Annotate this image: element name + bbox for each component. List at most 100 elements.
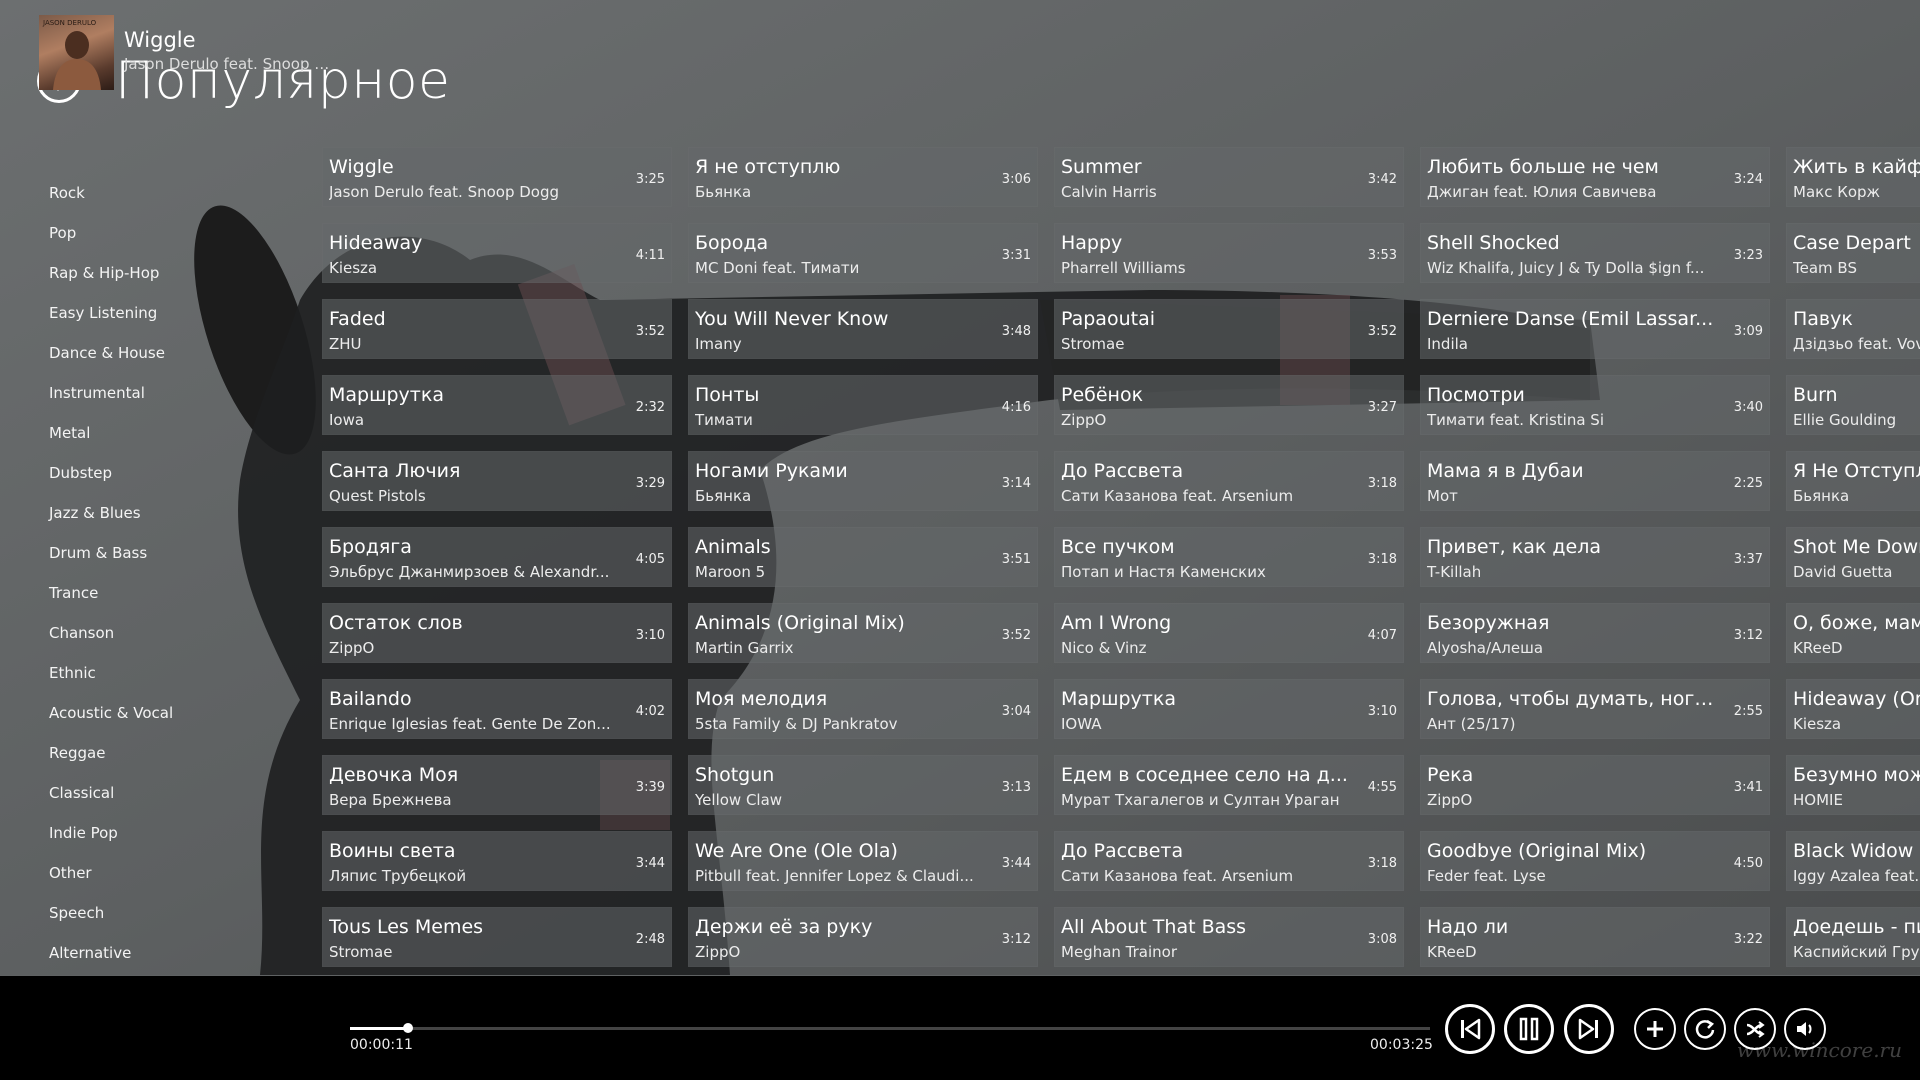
track-tile[interactable]: Burn Ellie Goulding [1786,375,1920,435]
genre-item[interactable]: Jazz & Blues [49,500,173,540]
track-title: Бродяга [329,536,412,558]
track-tile[interactable]: Tous Les Memes Stromae 2:48 [322,907,672,967]
repeat-button[interactable] [1684,1008,1726,1050]
track-tile[interactable]: Борода MC Doni feat. Тимати 3:31 [688,223,1038,283]
track-tile[interactable]: Animals (Original Mix) Martin Garrix 3:52 [688,603,1038,663]
track-artist: Wiz Khalifa, Juicy J & Ty Dolla $ign f..… [1427,259,1705,277]
track-title: Моя мелодия [695,688,828,710]
track-tile[interactable]: Доедешь - пиши Каспийский Груз [1786,907,1920,967]
track-tile[interactable]: Shot Me Down David Guetta [1786,527,1920,587]
track-tile[interactable]: Faded ZHU 3:52 [322,299,672,359]
track-tile[interactable]: Река ZippO 3:41 [1420,755,1770,815]
track-tile[interactable]: Безоружная Alyosha/Алеша 3:12 [1420,603,1770,663]
track-tile[interactable]: Безумно можно HOMIE [1786,755,1920,815]
track-title: Надо ли [1427,916,1509,938]
track-artist: Imany [695,335,742,353]
genre-item[interactable]: Dance & House [49,340,173,380]
track-artist: ZippO [329,639,375,657]
genre-item[interactable]: Trance [49,580,173,620]
track-title: Derniere Danse (Emil Lassar... [1427,308,1714,330]
previous-button[interactable] [1445,1004,1495,1054]
genre-item[interactable]: Rap & Hip-Hop [49,260,173,300]
next-button[interactable] [1564,1004,1614,1054]
track-tile[interactable]: Shell Shocked Wiz Khalifa, Juicy J & Ty D… [1420,223,1770,283]
track-tile[interactable]: Black Widow Iggy Azalea feat. R [1786,831,1920,891]
genre-item[interactable]: Speech [49,900,173,940]
track-tile[interactable]: Держи её за руку ZippO 3:12 [688,907,1038,967]
genre-item[interactable]: Metal [49,420,173,460]
progress-handle[interactable] [402,1023,413,1033]
track-title: Faded [329,308,386,330]
track-duration: 3:29 [635,476,665,491]
genre-item[interactable]: Ethnic [49,660,173,700]
track-tile[interactable]: Am I Wrong Nico & Vinz 4:07 [1054,603,1404,663]
track-tile[interactable]: Понты Тимати 4:16 [688,375,1038,435]
track-tile[interactable]: Едем в соседнее село на д... Мурат Тхагал… [1054,755,1404,815]
pause-button[interactable] [1504,1004,1554,1054]
track-artist: Yellow Claw [695,791,783,809]
track-tile[interactable]: Wiggle Jason Derulo feat. Snoop Dogg 3:25 [322,147,672,207]
genre-item[interactable]: Rock [49,180,173,220]
track-tile[interactable]: Воины света Ляпис Трубецкой 3:44 [322,831,672,891]
track-tile[interactable]: О, боже, мама KReeD [1786,603,1920,663]
genre-item[interactable]: Classical [49,780,173,820]
track-artist: Каспийский Груз [1793,943,1920,961]
progress-bar[interactable] [350,1023,1430,1033]
track-tile[interactable]: До Рассвета Сати Казанова feat. Arsenium 3… [1054,451,1404,511]
genre-item[interactable]: Reggae [49,740,173,780]
track-artist: Stromae [329,943,393,961]
track-artist: Ант (25/17) [1427,715,1516,733]
track-duration: 3:18 [1367,552,1397,567]
genre-item[interactable]: Instrumental [49,380,173,420]
track-tile[interactable]: Маршрутка Iowa 2:32 [322,375,672,435]
track-tile[interactable]: Надо ли KReeD 3:22 [1420,907,1770,967]
track-tile[interactable]: Привет, как дела T-Killah 3:37 [1420,527,1770,587]
track-tile[interactable]: Все пучком Потап и Настя Каменских 3:18 [1054,527,1404,587]
track-tile[interactable]: We Are One (Ole Ola) Pitbull feat. Jennif… [688,831,1038,891]
track-tile[interactable]: Мама я в Дубаи Мот 2:25 [1420,451,1770,511]
track-tile[interactable]: Я Не Отступлю Бьянка [1786,451,1920,511]
track-tile[interactable]: Бродяга Эльбрус Джанмирзоев & Alexandr...… [322,527,672,587]
track-tile[interactable]: Ребёнок ZippO 3:27 [1054,375,1404,435]
genre-item[interactable]: Pop [49,220,173,260]
track-tile[interactable]: You Will Never Know Imany 3:48 [688,299,1038,359]
track-tile[interactable]: Papaoutai Stromae 3:52 [1054,299,1404,359]
track-tile[interactable]: Я не отступлю Бьянка 3:06 [688,147,1038,207]
track-duration: 4:02 [635,704,665,719]
genre-item[interactable]: Drum & Bass [49,540,173,580]
track-tile[interactable]: Goodbye (Original Mix) Feder feat. Lyse 4:… [1420,831,1770,891]
track-tile[interactable]: Посмотри Тимати feat. Kristina Si 3:40 [1420,375,1770,435]
track-tile[interactable]: Голова, чтобы думать, ноги... Ант (25/17)… [1420,679,1770,739]
track-tile[interactable]: Case Depart Team BS [1786,223,1920,283]
track-tile[interactable]: Summer Calvin Harris 3:42 [1054,147,1404,207]
track-tile[interactable]: All About That Bass Meghan Trainor 3:08 [1054,907,1404,967]
track-tile[interactable]: Hideaway (Original Kiesza [1786,679,1920,739]
genre-item[interactable]: Chanson [49,620,173,660]
genre-item[interactable]: Other [49,860,173,900]
track-tile[interactable]: Девочка Моя Вера Брежнева 3:39 [322,755,672,815]
track-tile[interactable]: До Рассвета Сати Казанова feat. Arsenium 3… [1054,831,1404,891]
track-tile[interactable]: Павук Дзідзьо feat. Vova [1786,299,1920,359]
track-tile[interactable]: Санта Лючия Quest Pistols 3:29 [322,451,672,511]
track-tile[interactable]: Bailando Enrique Iglesias feat. Gente De … [322,679,672,739]
track-title: До Рассвета [1061,460,1184,482]
track-tile[interactable]: Остаток слов ZippO 3:10 [322,603,672,663]
track-tile[interactable]: Shotgun Yellow Claw 3:13 [688,755,1038,815]
track-tile[interactable]: Любить больше не чем Джиган feat. Юлия Са… [1420,147,1770,207]
track-tile[interactable]: Hideaway Kiesza 4:11 [322,223,672,283]
track-tile[interactable]: Жить в кайф Макс Корж [1786,147,1920,207]
track-tile[interactable]: Derniere Danse (Emil Lassar... Indila 3:09 [1420,299,1770,359]
album-art[interactable]: JASON DERULO [39,15,114,90]
genre-item[interactable]: Indie Pop [49,820,173,860]
track-tile[interactable]: Animals Maroon 5 3:51 [688,527,1038,587]
genre-item[interactable]: Dubstep [49,460,173,500]
track-artist: Дзідзьо feat. Vova [1793,335,1920,353]
track-tile[interactable]: Happy Pharrell Williams 3:53 [1054,223,1404,283]
genre-item[interactable]: Acoustic & Vocal [49,700,173,740]
track-tile[interactable]: Ногами Руками Бьянка 3:14 [688,451,1038,511]
add-button[interactable] [1634,1008,1676,1050]
track-tile[interactable]: Моя мелодия 5sta Family & DJ Pankratov 3:0… [688,679,1038,739]
genre-item[interactable]: Alternative [49,940,173,980]
track-tile[interactable]: Маршрутка IOWA 3:10 [1054,679,1404,739]
genre-item[interactable]: Easy Listening [49,300,173,340]
